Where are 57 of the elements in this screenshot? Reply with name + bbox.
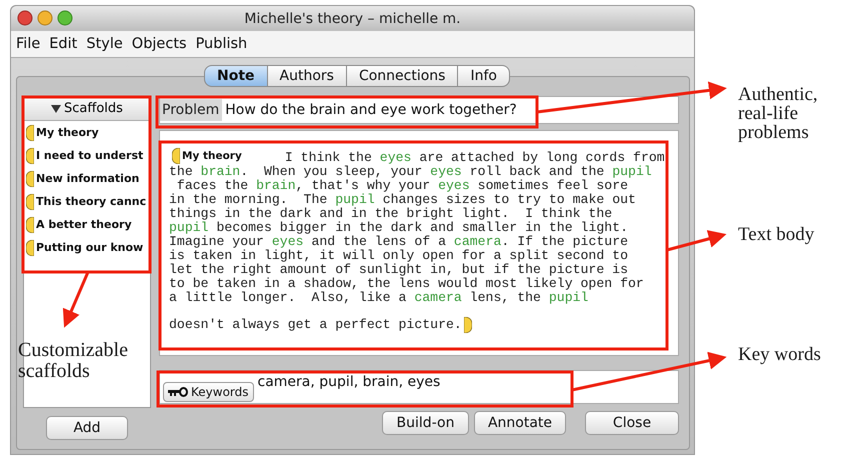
scaffold-item[interactable]: This theory cannc bbox=[36, 195, 146, 208]
bracket-icon bbox=[26, 124, 34, 140]
bracket-icon bbox=[26, 148, 34, 164]
window-controls-icon[interactable] bbox=[17, 10, 73, 26]
scaffold-item[interactable]: New information bbox=[36, 172, 140, 185]
scaffold-item[interactable]: I need to underst bbox=[36, 149, 144, 162]
annotation-label: Customizable scaffolds bbox=[18, 340, 128, 382]
keywords-field[interactable]: Keywords camera, pupil, brain, eyes bbox=[159, 370, 679, 404]
action-button[interactable]: Close bbox=[585, 411, 679, 435]
annotation-label: Authentic, real-life problems bbox=[738, 85, 818, 142]
note-text-line: faces the brain, that's why your eyes sometimes feel sore bbox=[176, 179, 628, 193]
tab[interactable]: Connections bbox=[346, 65, 458, 87]
bracket-icon bbox=[26, 240, 34, 256]
closing-bracket-icon bbox=[464, 317, 472, 333]
scaffold-item[interactable]: Putting our know bbox=[36, 241, 144, 254]
note-text-line: the brain. When you sleep, your eyes roll back and the pupil bbox=[169, 165, 652, 179]
note-text-line: to be taken in a shadow, the lens would most likely open for bbox=[169, 277, 644, 291]
menu-item[interactable]: Style bbox=[86, 36, 123, 52]
problem-label: Problem bbox=[160, 99, 222, 121]
action-button[interactable]: Build-on bbox=[382, 411, 469, 435]
scaffolds-label: Scaffolds bbox=[64, 101, 123, 116]
expand-triangle-icon[interactable] bbox=[51, 104, 62, 112]
bracket-icon bbox=[26, 216, 34, 232]
annotation-arrow bbox=[666, 230, 726, 252]
menu-item[interactable]: File bbox=[16, 36, 40, 52]
note-text-line: a little longer. Also, like a camera lens, the pupil bbox=[169, 291, 588, 305]
menu-item[interactable]: Objects bbox=[132, 36, 187, 52]
note-text-line: doesn't always get a perfect picture. bbox=[169, 318, 462, 332]
scaffold-item[interactable]: A better theory bbox=[36, 218, 132, 231]
problem-text: How do the brain and eye work together? bbox=[224, 102, 517, 118]
bracket-icon bbox=[26, 170, 34, 186]
action-button[interactable]: Annotate bbox=[474, 411, 566, 435]
annotation-label: Text body bbox=[738, 225, 814, 244]
scaffold-tag: My theory bbox=[182, 149, 242, 163]
bracket-icon bbox=[172, 148, 180, 164]
tab[interactable]: Info bbox=[458, 65, 510, 87]
note-text-line: is taken in light, it will only open for a split second to bbox=[169, 249, 628, 263]
add-button[interactable]: Add bbox=[46, 416, 128, 440]
bracket-icon bbox=[26, 194, 34, 210]
note-text-line: I think the eyes are attached by long cords from bbox=[284, 151, 665, 165]
note-text-line: let the right amount of sunlight in, but if the picture is bbox=[169, 263, 628, 277]
annotation-arrow bbox=[62, 271, 90, 328]
tab[interactable]: Note bbox=[204, 65, 268, 87]
menu-item[interactable]: Edit bbox=[49, 36, 78, 52]
scaffold-item[interactable]: My theory bbox=[36, 126, 99, 139]
note-text-line: things in the dark and in the bright light. I think the bbox=[169, 207, 612, 221]
note-text-line: Imagine your eyes and the lens of a camera. If the picture bbox=[169, 235, 628, 249]
window-title: Michelle's theory – michelle m. bbox=[244, 10, 461, 26]
note-text-line: pupil becomes bigger in the dark and smaller in the light. bbox=[169, 221, 628, 235]
key-icon bbox=[168, 387, 188, 397]
menu-item[interactable]: Publish bbox=[196, 36, 248, 52]
tab[interactable]: Authors bbox=[268, 65, 347, 87]
keywords-button[interactable]: Keywords bbox=[163, 382, 254, 402]
note-text-line: in the morning. The pupil changes sizes to try to make out bbox=[169, 193, 636, 207]
annotation-label: Key words bbox=[738, 345, 821, 364]
scaffolds-header[interactable]: Scaffolds bbox=[24, 97, 150, 121]
keywords-text: camera, pupil, brain, eyes bbox=[258, 374, 440, 390]
